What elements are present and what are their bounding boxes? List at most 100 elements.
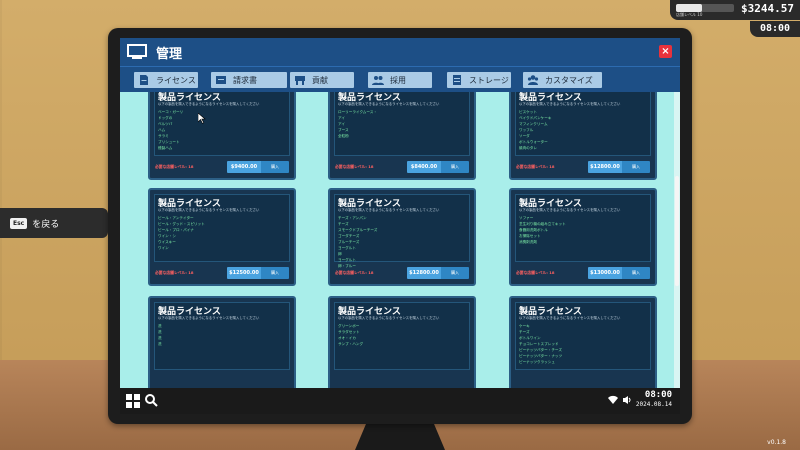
tab-label: カスタマイズ xyxy=(545,75,593,85)
license-description: 以下の製品を購入できるようになるライセンスを購入してください xyxy=(519,102,621,106)
license-product-list: ローリーライクムース・ アイ アイ ブース 全粒粉 xyxy=(338,109,377,139)
license-card: 製品ライセンス 以下の製品を購入できるようになるライセンスを購入してください ローリ… xyxy=(328,92,476,180)
esc-hint-label: を戻る xyxy=(32,219,60,230)
license-details-panel: 製品ライセンス 以下の製品を購入できるようになるライセンスを購入してください ケーキ… xyxy=(515,302,651,370)
store-level-label: 店舗レベル 10 xyxy=(676,12,703,17)
tab-customize[interactable]: カスタマイズ xyxy=(523,72,602,88)
buy-license-button[interactable]: 購入 xyxy=(441,267,469,279)
buy-license-button[interactable]: 購入 xyxy=(261,161,289,173)
customize-icon xyxy=(527,75,539,85)
buy-license-button[interactable]: 購入 xyxy=(441,161,469,173)
version-label: v0.1.8 xyxy=(767,439,786,446)
license-details-panel: 製品ライセンス 以下の製品を購入できるようになるライセンスを購入してください洗洗洗… xyxy=(154,302,290,370)
license-details-panel: 製品ライセンス 以下の製品を購入できるようになるライセンスを購入してください ビール… xyxy=(154,194,290,262)
license-product-list: ビスケット ベイクドパンケーキ マフィンクリーム ワッフル ソーダ ボトルウォーター 焼肉の… xyxy=(519,109,551,151)
license-product-list: チーズ・アンパン チーズ スモークドブルーチーズ ゴーダチーズ ブルーチーズ ヨーグルト卵… xyxy=(338,215,377,269)
level-progress-bar xyxy=(676,4,734,12)
buy-license-button[interactable]: 購入 xyxy=(622,161,650,173)
license-product-list: ビール・アンテイター ビール・グッド・スピリット ビール・プロ・パイナ ワイン・シ ウイ… xyxy=(158,215,205,251)
volume-icon[interactable] xyxy=(622,395,632,405)
tab-label: ストレージ xyxy=(469,75,509,85)
license-product-list: ベーコ・ガーリ ドッグの ベルツバ ハム サラミ プリシュート 燻製ハム xyxy=(158,109,183,151)
invoice-icon xyxy=(216,76,226,84)
license-card: 製品ライセンス 以下の製品を購入できるようになるライセンスを購入してください ビスケ… xyxy=(509,92,657,180)
license-product-item: 洗 xyxy=(158,342,162,346)
wifi-icon[interactable] xyxy=(607,395,618,405)
license-details-panel: 製品ライセンス 以下の製品を購入できるようになるライセンスを購入してください ベーコ… xyxy=(154,92,290,156)
license-price: $13000.00 xyxy=(588,267,622,279)
computer-icon xyxy=(127,44,147,59)
buy-license-button[interactable]: 購入 xyxy=(622,267,650,279)
license-price: $12800.00 xyxy=(588,161,622,173)
license-product-list: ケーキ チーズ ボトルワイン チョコレートスプレッド ピーナッツバター・チーズ ピーナッツ… xyxy=(519,323,562,365)
computer-screen: 管理 × ライセンス 請求書 貢献 採用 ストレージ カスタマイズ 製品ライセン… xyxy=(120,38,680,414)
tab-storage[interactable]: ストレージ xyxy=(447,72,511,88)
tab-invoices[interactable]: 請求書 xyxy=(211,72,287,88)
license-description: 以下の製品を購入できるようになるライセンスを購入してください xyxy=(158,102,260,106)
level-progress-fill xyxy=(676,4,703,12)
taskbar: 08:00 2024.08.14 xyxy=(120,388,680,414)
license-list: 製品ライセンス 以下の製品を購入できるようになるライセンスを購入してください ベーコ… xyxy=(120,92,674,388)
license-details-panel: 製品ライセンス 以下の製品を購入できるようになるライセンスを購入してください ビスケ… xyxy=(515,92,651,156)
required-level-label: 必要な店舗レベル: 18 xyxy=(516,270,555,275)
license-description: 以下の製品を購入できるようになるライセンスを購入してください xyxy=(519,208,621,212)
tab-licenses[interactable]: ライセンス xyxy=(134,72,198,88)
license-product-item: ワイン xyxy=(158,246,169,250)
scrollbar[interactable] xyxy=(674,92,680,388)
license-product-list: グリーンポー サラダセット オオ・イカ サンプ・ハング xyxy=(338,323,363,347)
tab-label: 採用 xyxy=(390,75,406,85)
license-product-item: 消臭剤洗剤 xyxy=(519,240,537,244)
license-card: 製品ライセンス 以下の製品を購入できるようになるライセンスを購入してください ソファ… xyxy=(509,188,657,286)
license-card: 製品ライセンス 以下の製品を購入できるようになるライセンスを購入してください グリー… xyxy=(328,296,476,388)
monitor: 管理 × ライセンス 請求書 貢献 採用 ストレージ カスタマイズ 製品ライセン… xyxy=(108,28,692,424)
license-product-item: 全粒粉 xyxy=(338,134,349,138)
license-product-item: ピーナッツクラッシュ xyxy=(519,360,555,364)
tab-label: 請求書 xyxy=(233,75,257,85)
license-details-panel: 製品ライセンス 以下の製品を購入できるようになるライセンスを購入してください ローリ… xyxy=(334,92,470,156)
tab-contribution[interactable]: 貢献 xyxy=(290,72,354,88)
license-product-list: ソファー 芝生刈り機の組み立てキット 食器用洗剤ボトル お掃除セット 消臭剤洗剤 xyxy=(519,215,566,245)
money-hud: 店舗レベル 10 $3244.57 xyxy=(670,0,800,20)
mouse-cursor-icon xyxy=(198,113,206,124)
license-details-panel: 製品ライセンス 以下の製品を購入できるようになるライセンスを購入してください チーズ… xyxy=(334,194,470,268)
license-card: 製品ライセンス 以下の製品を購入できるようになるライセンスを購入してください ベーコ… xyxy=(148,92,296,180)
money-amount: $3244.57 xyxy=(741,2,794,15)
search-icon[interactable] xyxy=(144,393,158,407)
scrollbar-thumb[interactable] xyxy=(675,176,679,286)
tab-label: 貢献 xyxy=(312,75,328,85)
storage-icon xyxy=(453,75,461,85)
license-price: $8400.00 xyxy=(407,161,441,173)
license-card: 製品ライセンス 以下の製品を購入できるようになるライセンスを購入してください ビール… xyxy=(148,188,296,286)
license-product-item: 焼肉のタレ xyxy=(519,146,537,150)
esc-key: Esc xyxy=(10,217,28,229)
close-button[interactable]: × xyxy=(659,45,672,58)
esc-back-hint: Esc を戻る xyxy=(0,208,108,238)
license-description: 以下の製品を購入できるようになるライセンスを購入してください xyxy=(338,316,440,320)
license-product-item: サンプ・ハング xyxy=(338,342,364,346)
hire-icon xyxy=(372,76,384,85)
required-level-label: 必要な店舗レベル: 18 xyxy=(335,164,374,169)
required-level-label: 必要な店舗レベル: 18 xyxy=(516,164,555,169)
window-titlebar: 管理 × xyxy=(120,38,680,66)
license-product-list: 洗洗洗洗 xyxy=(158,323,162,347)
required-level-label: 必要な店舗レベル: 18 xyxy=(155,270,194,275)
license-price: $12800.00 xyxy=(407,267,441,279)
contribution-icon xyxy=(295,76,305,85)
game-clock: 08:00 xyxy=(750,21,800,37)
taskbar-clock: 08:00 2024.08.14 xyxy=(636,390,672,409)
license-product-item: 燻製ハム xyxy=(158,146,173,150)
required-level-label: 必要な店舗レベル: 18 xyxy=(335,270,374,275)
license-details-panel: 製品ライセンス 以下の製品を購入できるようになるライセンスを購入してください ソファ… xyxy=(515,194,651,262)
license-card: 製品ライセンス 以下の製品を購入できるようになるライセンスを購入してください チーズ… xyxy=(328,188,476,286)
start-menu-icon[interactable] xyxy=(126,394,140,408)
taskbar-time: 08:00 xyxy=(644,390,672,400)
license-product-item: 卵・ブルー xyxy=(338,264,356,268)
tab-hiring[interactable]: 採用 xyxy=(368,72,432,88)
license-icon xyxy=(140,75,148,85)
license-card: 製品ライセンス 以下の製品を購入できるようになるライセンスを購入してください洗洗洗… xyxy=(148,296,296,388)
license-description: 以下の製品を購入できるようになるライセンスを購入してください xyxy=(158,316,260,320)
license-description: 以下の製品を購入できるようになるライセンスを購入してください xyxy=(158,208,260,212)
license-description: 以下の製品を購入できるようになるライセンスを購入してください xyxy=(338,102,440,106)
buy-license-button[interactable]: 購入 xyxy=(261,267,289,279)
license-price: $9400.00 xyxy=(227,161,261,173)
